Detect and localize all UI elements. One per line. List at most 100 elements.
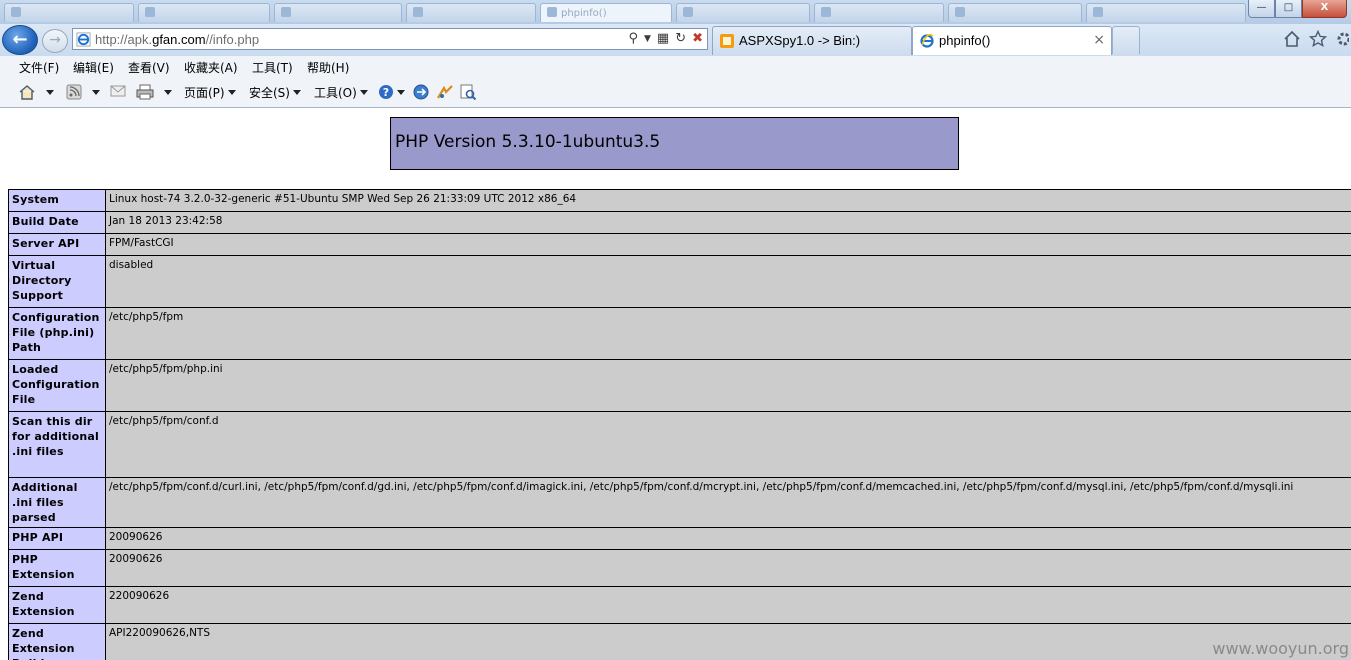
navigation-bar: ← → http://apk.gfan.com//info.php ⚲ ▼ ▦ … <box>0 24 1351 56</box>
background-tab-active[interactable]: phpinfo() <box>540 3 672 22</box>
tab-aspxspy[interactable]: ASPXSpy1.0 -> Bin:) <box>712 26 912 55</box>
chevron-down-icon[interactable] <box>164 90 172 95</box>
tab-favicon-icon <box>1093 7 1103 17</box>
background-tab-label: phpinfo() <box>561 8 607 19</box>
tab-favicon-icon <box>11 7 21 17</box>
background-tab[interactable] <box>406 3 536 22</box>
print-command[interactable] <box>136 84 172 100</box>
row-value: /etc/php5/fpm/conf.d/curl.ini, /etc/php5… <box>105 477 1351 528</box>
minimize-button[interactable]: — <box>1248 0 1275 18</box>
tab-favicon-icon <box>955 7 965 17</box>
table-row: Configuration File (php.ini) Path /etc/p… <box>8 307 1351 360</box>
chevron-down-icon[interactable] <box>397 90 405 95</box>
row-value: Jan 18 2013 23:42:58 <box>105 211 1351 234</box>
row-key: Virtual Directory Support <box>8 255 106 308</box>
address-tools: ⚲ ▼ ▦ ↻ ✖ <box>628 31 703 47</box>
window-controls: — □ X <box>1248 0 1347 19</box>
browser-right-icons <box>1283 30 1349 48</box>
background-tab[interactable] <box>138 3 270 22</box>
chevron-down-icon <box>292 90 301 95</box>
chevron-down-icon <box>359 90 368 95</box>
table-row: Server API FPM/FastCGI <box>8 233 1351 256</box>
page-content: PHP Version 5.3.10-1ubuntu3.5 System Lin… <box>0 109 1351 660</box>
chevron-down-icon <box>227 90 236 95</box>
maximize-button[interactable]: □ <box>1275 0 1302 18</box>
menu-bar: 文件(F) 编辑(E) 查看(V) 收藏夹(A) 工具(T) 帮助(H) <box>0 56 1351 78</box>
table-row: Additional .ini files parsed /etc/php5/f… <box>8 477 1351 528</box>
background-tab[interactable] <box>814 3 944 22</box>
background-tab[interactable] <box>948 3 1082 22</box>
compatibility-icon[interactable]: ▦ <box>657 31 669 47</box>
svg-text:?: ? <box>383 86 389 99</box>
ie-page-icon <box>76 32 91 47</box>
row-key: PHP API <box>8 527 106 550</box>
address-bar[interactable]: http://apk.gfan.com//info.php ⚲ ▼ ▦ ↻ ✖ <box>72 28 708 50</box>
safety-menu-button[interactable]: 安全(S) <box>249 84 301 101</box>
home-icon[interactable] <box>1283 30 1301 48</box>
menu-favorites[interactable]: 收藏夹(A) <box>184 59 238 76</box>
aspxspy-icon <box>720 34 734 48</box>
chevron-down-icon[interactable] <box>92 90 100 95</box>
row-value: API220090626,NTS <box>105 623 1351 660</box>
menu-file[interactable]: 文件(F) <box>19 59 59 76</box>
messenger-icon <box>437 85 453 99</box>
stop-icon[interactable]: ✖ <box>692 31 703 47</box>
forward-arrow-icon: → <box>49 32 61 48</box>
research-pane-icon <box>460 84 477 100</box>
favorites-star-icon[interactable] <box>1309 30 1327 48</box>
close-window-button[interactable]: X <box>1302 0 1347 18</box>
row-key: Zend Extension Build <box>8 623 106 660</box>
background-tab[interactable] <box>1086 3 1246 22</box>
row-value: /etc/php5/fpm/php.ini <box>105 359 1351 412</box>
gear-icon[interactable] <box>1335 30 1349 48</box>
menu-tools[interactable]: 工具(T) <box>252 59 293 76</box>
home-command[interactable] <box>18 84 54 100</box>
refresh-icon[interactable]: ↻ <box>675 31 686 47</box>
research-command[interactable] <box>413 84 429 100</box>
research-tool-command[interactable] <box>459 84 477 100</box>
mail-command[interactable] <box>110 84 126 98</box>
feeds-command[interactable] <box>66 84 100 100</box>
menu-edit[interactable]: 编辑(E) <box>73 59 114 76</box>
ie-page-icon <box>920 33 934 48</box>
command-bar: 页面(P) 安全(S) 工具(O) ? <box>0 78 1351 108</box>
extension-command[interactable] <box>436 84 454 100</box>
watermark: www.wooyun.org <box>1212 639 1349 658</box>
table-row: Zend Extension 220090626 <box>8 586 1351 624</box>
table-row: Build Date Jan 18 2013 23:42:58 <box>8 211 1351 234</box>
chevron-down-icon[interactable] <box>46 90 54 95</box>
menu-view[interactable]: 查看(V) <box>128 59 170 76</box>
row-value: 20090626 <box>105 549 1351 587</box>
row-value: 20090626 <box>105 527 1351 550</box>
background-tab[interactable] <box>274 3 402 22</box>
php-version-header: PHP Version 5.3.10-1ubuntu3.5 <box>390 117 959 170</box>
print-icon <box>136 84 154 100</box>
back-arrow-icon: ← <box>12 29 28 50</box>
search-icon[interactable]: ⚲ <box>628 31 638 47</box>
row-value: FPM/FastCGI <box>105 233 1351 256</box>
new-tab-button[interactable] <box>1112 26 1140 54</box>
background-tab[interactable] <box>676 3 810 22</box>
back-button[interactable]: ← <box>2 25 38 55</box>
tools-menu-button[interactable]: 工具(O) <box>314 84 368 101</box>
row-key: Configuration File (php.ini) Path <box>8 307 106 360</box>
dropdown-icon[interactable]: ▼ <box>644 31 651 47</box>
tab-label: phpinfo() <box>939 33 991 48</box>
tab-favicon-icon <box>413 7 423 17</box>
forward-button[interactable]: → <box>42 29 68 53</box>
phpinfo-table: System Linux host-74 3.2.0-32-generic #5… <box>8 189 1351 660</box>
table-row: PHP API 20090626 <box>8 527 1351 550</box>
row-value: /etc/php5/fpm/conf.d <box>105 411 1351 478</box>
row-key: Zend Extension <box>8 586 106 624</box>
rss-feed-icon <box>66 84 82 100</box>
row-key: System <box>8 189 106 212</box>
tab-phpinfo[interactable]: phpinfo() × <box>912 26 1112 55</box>
help-command[interactable]: ? <box>378 84 405 100</box>
page-menu-button[interactable]: 页面(P) <box>184 84 236 101</box>
menu-help[interactable]: 帮助(H) <box>307 59 349 76</box>
background-tab[interactable] <box>4 3 134 22</box>
tab-favicon-icon <box>281 7 291 17</box>
close-tab-icon[interactable]: × <box>1093 32 1105 48</box>
address-url[interactable]: http://apk.gfan.com//info.php <box>95 32 259 47</box>
research-icon <box>413 84 429 100</box>
